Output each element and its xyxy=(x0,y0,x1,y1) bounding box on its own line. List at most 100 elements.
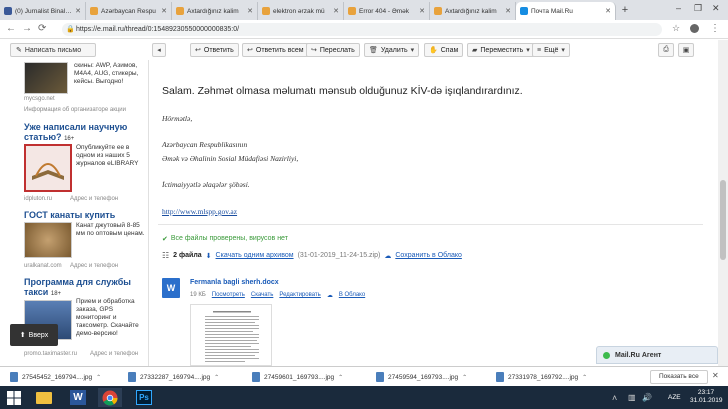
page-icon xyxy=(90,7,98,15)
download-item[interactable]: 27459594_169793....jpg ⌃ xyxy=(376,370,467,384)
print-button[interactable]: ⎙ xyxy=(658,43,674,57)
scroll-up-button[interactable]: ⬆ Вверх xyxy=(10,324,58,346)
ad-source[interactable]: idpluton.ru xyxy=(24,196,52,202)
ad-image[interactable] xyxy=(24,222,72,258)
tab-title: Axtardığınız kalim xyxy=(445,7,497,15)
tab-6-active[interactable]: Почта Mail.Ru ✕ xyxy=(516,2,616,20)
close-icon[interactable]: ✕ xyxy=(247,7,253,15)
ad-contact-link[interactable]: Адрес и телефон xyxy=(70,263,118,269)
reload-icon[interactable]: ⟳ xyxy=(38,23,46,34)
scrollbar-thumb[interactable] xyxy=(720,180,726,260)
ad-text[interactable]: скины: AWP, Азимов, M4A4, AUG, стикеры, … xyxy=(74,62,146,86)
word-icon[interactable]: W xyxy=(66,388,90,407)
avatar[interactable] xyxy=(690,24,699,33)
tab-5[interactable]: Axtardığınız kalim ✕ xyxy=(430,2,516,20)
close-icon[interactable]: ✕ xyxy=(712,371,719,380)
ad-source[interactable]: mycsgo.net xyxy=(24,96,55,102)
edit-file-link[interactable]: Редактировать xyxy=(279,292,320,299)
back-to-list-button[interactable]: ◂ xyxy=(152,43,166,57)
ad-source[interactable]: promo.taximaster.ru xyxy=(24,351,77,357)
reply-button[interactable]: ↩ Ответить xyxy=(190,43,239,57)
grid-view-icon[interactable]: ☷ xyxy=(162,251,169,260)
download-item[interactable]: 27459601_169793....jpg ⌃ xyxy=(252,370,343,384)
download-item[interactable]: 27545452_169794....jpg ⌃ xyxy=(10,370,101,384)
new-tab-button[interactable]: + xyxy=(618,3,632,17)
network-icon[interactable]: ▥ xyxy=(628,393,636,402)
clock[interactable]: 23:17 31.01.2019 xyxy=(690,389,723,405)
file-explorer-icon[interactable] xyxy=(32,388,56,407)
photoshop-icon[interactable]: Ps xyxy=(132,388,156,407)
virus-check-text: Все файлы проверены, вирусов нет xyxy=(170,235,288,242)
archive-name: (31-01-2019_11-24-15.zip) xyxy=(297,252,381,259)
close-icon[interactable]: ✕ xyxy=(605,7,611,15)
close-icon[interactable]: ✕ xyxy=(161,7,167,15)
file-name[interactable]: Fermanla bagli sherh.docx xyxy=(190,279,279,286)
save-cloud-link[interactable]: Сохранить в Облако xyxy=(395,252,462,259)
close-icon[interactable]: ✕ xyxy=(419,7,425,15)
delete-label: Удалить xyxy=(380,46,408,54)
to-cloud-link[interactable]: В Облако xyxy=(339,292,365,299)
ad-column: скины: AWP, Азимов, M4A4, AUG, стикеры, … xyxy=(0,60,148,366)
ad-image[interactable] xyxy=(24,144,72,192)
delete-button[interactable]: 🗑 Удалить ▾ xyxy=(364,43,420,57)
volume-icon[interactable]: 🔊 xyxy=(642,393,652,402)
minimize-icon[interactable]: – xyxy=(676,3,681,13)
chevron-up-icon[interactable]: ⌃ xyxy=(582,374,587,381)
move-button[interactable]: ▰ Переместить ▾ xyxy=(467,43,535,57)
tab-3[interactable]: elektron ərzak mü ✕ xyxy=(258,2,344,20)
ad-heading[interactable]: ГОСТ канаты купить xyxy=(24,210,144,220)
message-link[interactable]: http://www.mlspp.gov.az xyxy=(162,207,237,216)
chrome-icon[interactable] xyxy=(98,388,122,407)
tab-0[interactable]: (0) Jurnalist Binaları ✕ xyxy=(0,2,86,20)
language-indicator[interactable]: AZE xyxy=(668,394,681,401)
chevron-up-icon[interactable]: ⌃ xyxy=(96,374,101,381)
ad-contact-link[interactable]: Адрес и телефон xyxy=(70,196,118,202)
close-icon[interactable]: ✕ xyxy=(333,7,339,15)
tray-arrow-icon[interactable]: ˄ xyxy=(612,393,617,403)
ad-heading[interactable]: Уже написали научную статью? 16+ xyxy=(24,122,144,144)
mail-agent-widget[interactable]: Mail.Ru Агент xyxy=(596,346,718,364)
chevron-up-icon[interactable]: ⌃ xyxy=(214,374,219,381)
chevron-up-icon[interactable]: ⌃ xyxy=(462,374,467,381)
back-icon[interactable]: ← xyxy=(6,23,16,34)
spam-label: Спам xyxy=(440,46,459,54)
column-divider xyxy=(148,60,149,366)
menu-icon[interactable]: ⋮ xyxy=(710,23,720,34)
star-icon[interactable]: ☆ xyxy=(672,23,680,34)
ad-sub[interactable]: Информация об организаторе акции xyxy=(24,107,126,113)
ad-source[interactable]: uralkanat.com xyxy=(24,263,62,269)
ad-heading[interactable]: Программа для службы такси 18+ xyxy=(24,277,148,299)
chevron-up-icon[interactable]: ⌃ xyxy=(338,374,343,381)
forward-button[interactable]: ↪ Переслать xyxy=(306,43,360,57)
tab-2[interactable]: Axtardığınız kalim ✕ xyxy=(172,2,258,20)
tab-4[interactable]: Error 404 - Əmək ✕ xyxy=(344,2,430,20)
view-file-link[interactable]: Посмотреть xyxy=(212,292,245,299)
ad-text[interactable]: Канат джутовый 8-85 мм по оптовым ценам. xyxy=(76,222,146,238)
download-file-link[interactable]: Скачать xyxy=(251,292,274,299)
tab-1[interactable]: Azərbaycan Respu ✕ xyxy=(86,2,172,20)
download-item[interactable]: 27331978_169792....jpg ⌃ xyxy=(496,370,587,384)
agent-label: Mail.Ru Агент xyxy=(615,351,662,359)
ad-contact-link[interactable]: Адрес и телефон xyxy=(90,351,138,357)
more-button[interactable]: ≡ Ещё ▾ xyxy=(532,43,570,57)
close-icon[interactable]: ✕ xyxy=(505,7,511,15)
spam-button[interactable]: ✋ Спам xyxy=(424,43,464,57)
download-item[interactable]: 27332287_169794....jpg ⌃ xyxy=(128,370,219,384)
download-archive-link[interactable]: Скачать одним архивом xyxy=(216,252,294,259)
close-icon[interactable]: ✕ xyxy=(75,7,81,15)
url-field[interactable]: 🔒 https://e.mail.ru/thread/0:15489230550… xyxy=(62,23,662,36)
document-preview[interactable] xyxy=(190,304,272,366)
start-button[interactable] xyxy=(2,388,26,407)
compose-button[interactable]: ✎ Написать письмо xyxy=(10,43,96,57)
message-regards: Hörmətlə, xyxy=(162,114,193,123)
ad-text[interactable]: Прием и обработка заказа, GPS мониторинг… xyxy=(76,298,146,338)
online-status-icon xyxy=(603,351,610,359)
archive-button[interactable]: ▣ xyxy=(678,43,694,57)
show-all-downloads-button[interactable]: Показать все xyxy=(650,370,708,384)
reply-all-button[interactable]: ↩ Ответить всем xyxy=(242,43,309,57)
close-window-icon[interactable]: ✕ xyxy=(712,3,720,14)
forward-icon[interactable]: → xyxy=(22,23,32,34)
ad-image[interactable] xyxy=(24,62,68,94)
maximize-icon[interactable]: ❐ xyxy=(694,3,702,14)
ad-text[interactable]: Опубликуйте ее в одном из наших 5 журнал… xyxy=(76,144,146,168)
